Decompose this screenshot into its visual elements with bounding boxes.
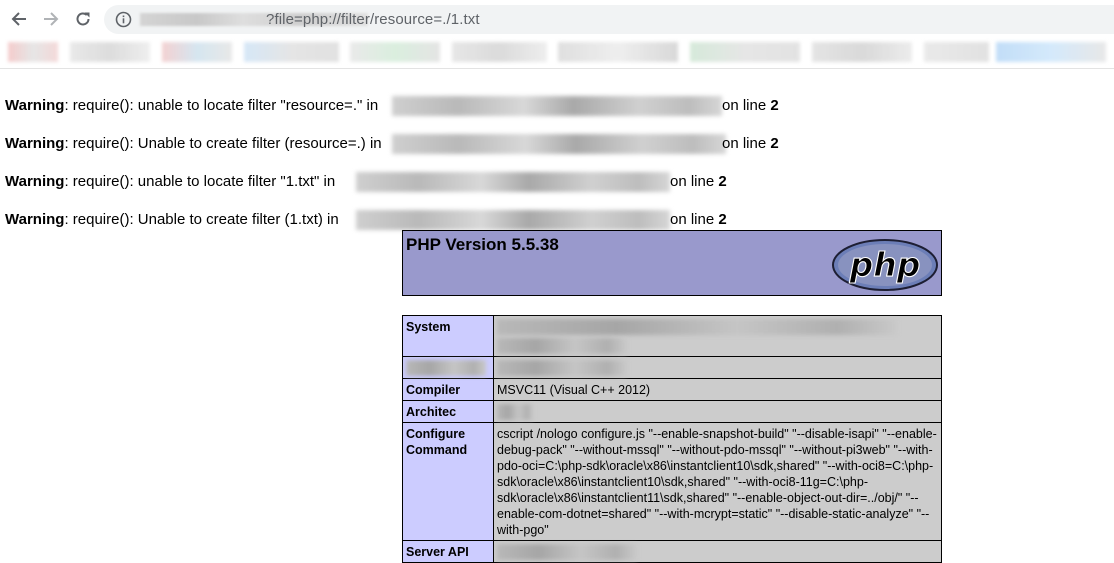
- bookmark-item[interactable]: [350, 42, 440, 62]
- php-logo-icon: php: [832, 239, 938, 291]
- bookmark-item[interactable]: [8, 42, 58, 62]
- warning-line-number: on line 2: [670, 173, 727, 190]
- table-row: Architec: [402, 400, 942, 423]
- warning-line: Warning: require(): unable to locate fil…: [5, 173, 335, 191]
- redacted-value: [406, 360, 486, 376]
- row-value: [493, 356, 942, 379]
- warning-line: Warning: require(): unable to locate fil…: [5, 97, 378, 115]
- address-bar[interactable]: ?file=php://filter/resource=./1.txt: [104, 5, 1114, 34]
- row-key: System: [402, 315, 494, 357]
- row-key: Configure Command: [402, 422, 494, 541]
- warning-label: Warning: [5, 211, 65, 228]
- redacted-value: [497, 404, 533, 420]
- bookmark-item[interactable]: [244, 42, 339, 62]
- phpinfo-table: System Compiler MSVC11 (Visual C++ 2012)…: [402, 315, 942, 563]
- back-icon[interactable]: [8, 8, 30, 30]
- phpinfo-header: PHP Version 5.5.38 php: [402, 230, 942, 296]
- redacted-value: [497, 319, 897, 335]
- redacted-path: [356, 172, 670, 192]
- bookmark-item[interactable]: [162, 42, 232, 62]
- browser-toolbar: ?file=php://filter/resource=./1.txt: [0, 0, 1114, 38]
- bookmark-item[interactable]: [924, 42, 989, 62]
- bookmark-item[interactable]: [558, 42, 678, 62]
- warning-line: Warning: require(): Unable to create fil…: [5, 135, 382, 153]
- redacted-value: [497, 360, 627, 376]
- row-key: [402, 356, 494, 379]
- table-row: [402, 356, 942, 379]
- php-version-title: PHP Version 5.5.38: [406, 235, 559, 254]
- warning-text: : require(): Unable to create filter (1.…: [64, 211, 339, 228]
- table-row: Configure Command cscript /nologo config…: [402, 422, 942, 541]
- table-row: System: [402, 315, 942, 357]
- bookmark-item[interactable]: [70, 42, 150, 62]
- bookmark-item[interactable]: [812, 42, 912, 62]
- info-icon[interactable]: [115, 11, 132, 28]
- warning-label: Warning: [5, 135, 65, 152]
- redacted-value: [497, 338, 627, 354]
- warning-label: Warning: [5, 97, 65, 114]
- row-key: Compiler: [402, 378, 494, 401]
- redacted-path: [392, 134, 726, 154]
- bookmark-item[interactable]: [690, 42, 800, 62]
- warning-line: Warning: require(): Unable to create fil…: [5, 211, 339, 229]
- bookmark-item[interactable]: [996, 42, 1106, 62]
- svg-text:php: php: [849, 245, 921, 284]
- warning-text: : require(): unable to locate filter "re…: [64, 97, 379, 114]
- bookmarks-bar: [0, 38, 1114, 69]
- warning-text: : require(): Unable to create filter (re…: [64, 135, 382, 152]
- redacted-path: [356, 210, 670, 230]
- row-key: Architec: [402, 400, 494, 423]
- warning-line-number: on line 2: [670, 211, 727, 228]
- reload-icon[interactable]: [72, 8, 94, 30]
- row-value: MSVC11 (Visual C++ 2012): [493, 378, 942, 401]
- warning-line-number: on line 2: [722, 135, 779, 152]
- warning-text: : require(): unable to locate filter "1.…: [64, 173, 336, 190]
- warning-line-number: on line 2: [722, 97, 779, 114]
- table-row: Compiler MSVC11 (Visual C++ 2012): [402, 378, 942, 401]
- row-value: [493, 400, 942, 423]
- redacted-path: [392, 96, 722, 116]
- bookmark-item[interactable]: [452, 42, 547, 62]
- row-value: cscript /nologo configure.js "--enable-s…: [493, 422, 942, 541]
- redacted-value: [497, 544, 637, 560]
- forward-icon[interactable]: [40, 8, 62, 30]
- row-value: [493, 315, 942, 357]
- url-text: ?file=php://filter/resource=./1.txt: [266, 11, 480, 28]
- warning-label: Warning: [5, 173, 65, 190]
